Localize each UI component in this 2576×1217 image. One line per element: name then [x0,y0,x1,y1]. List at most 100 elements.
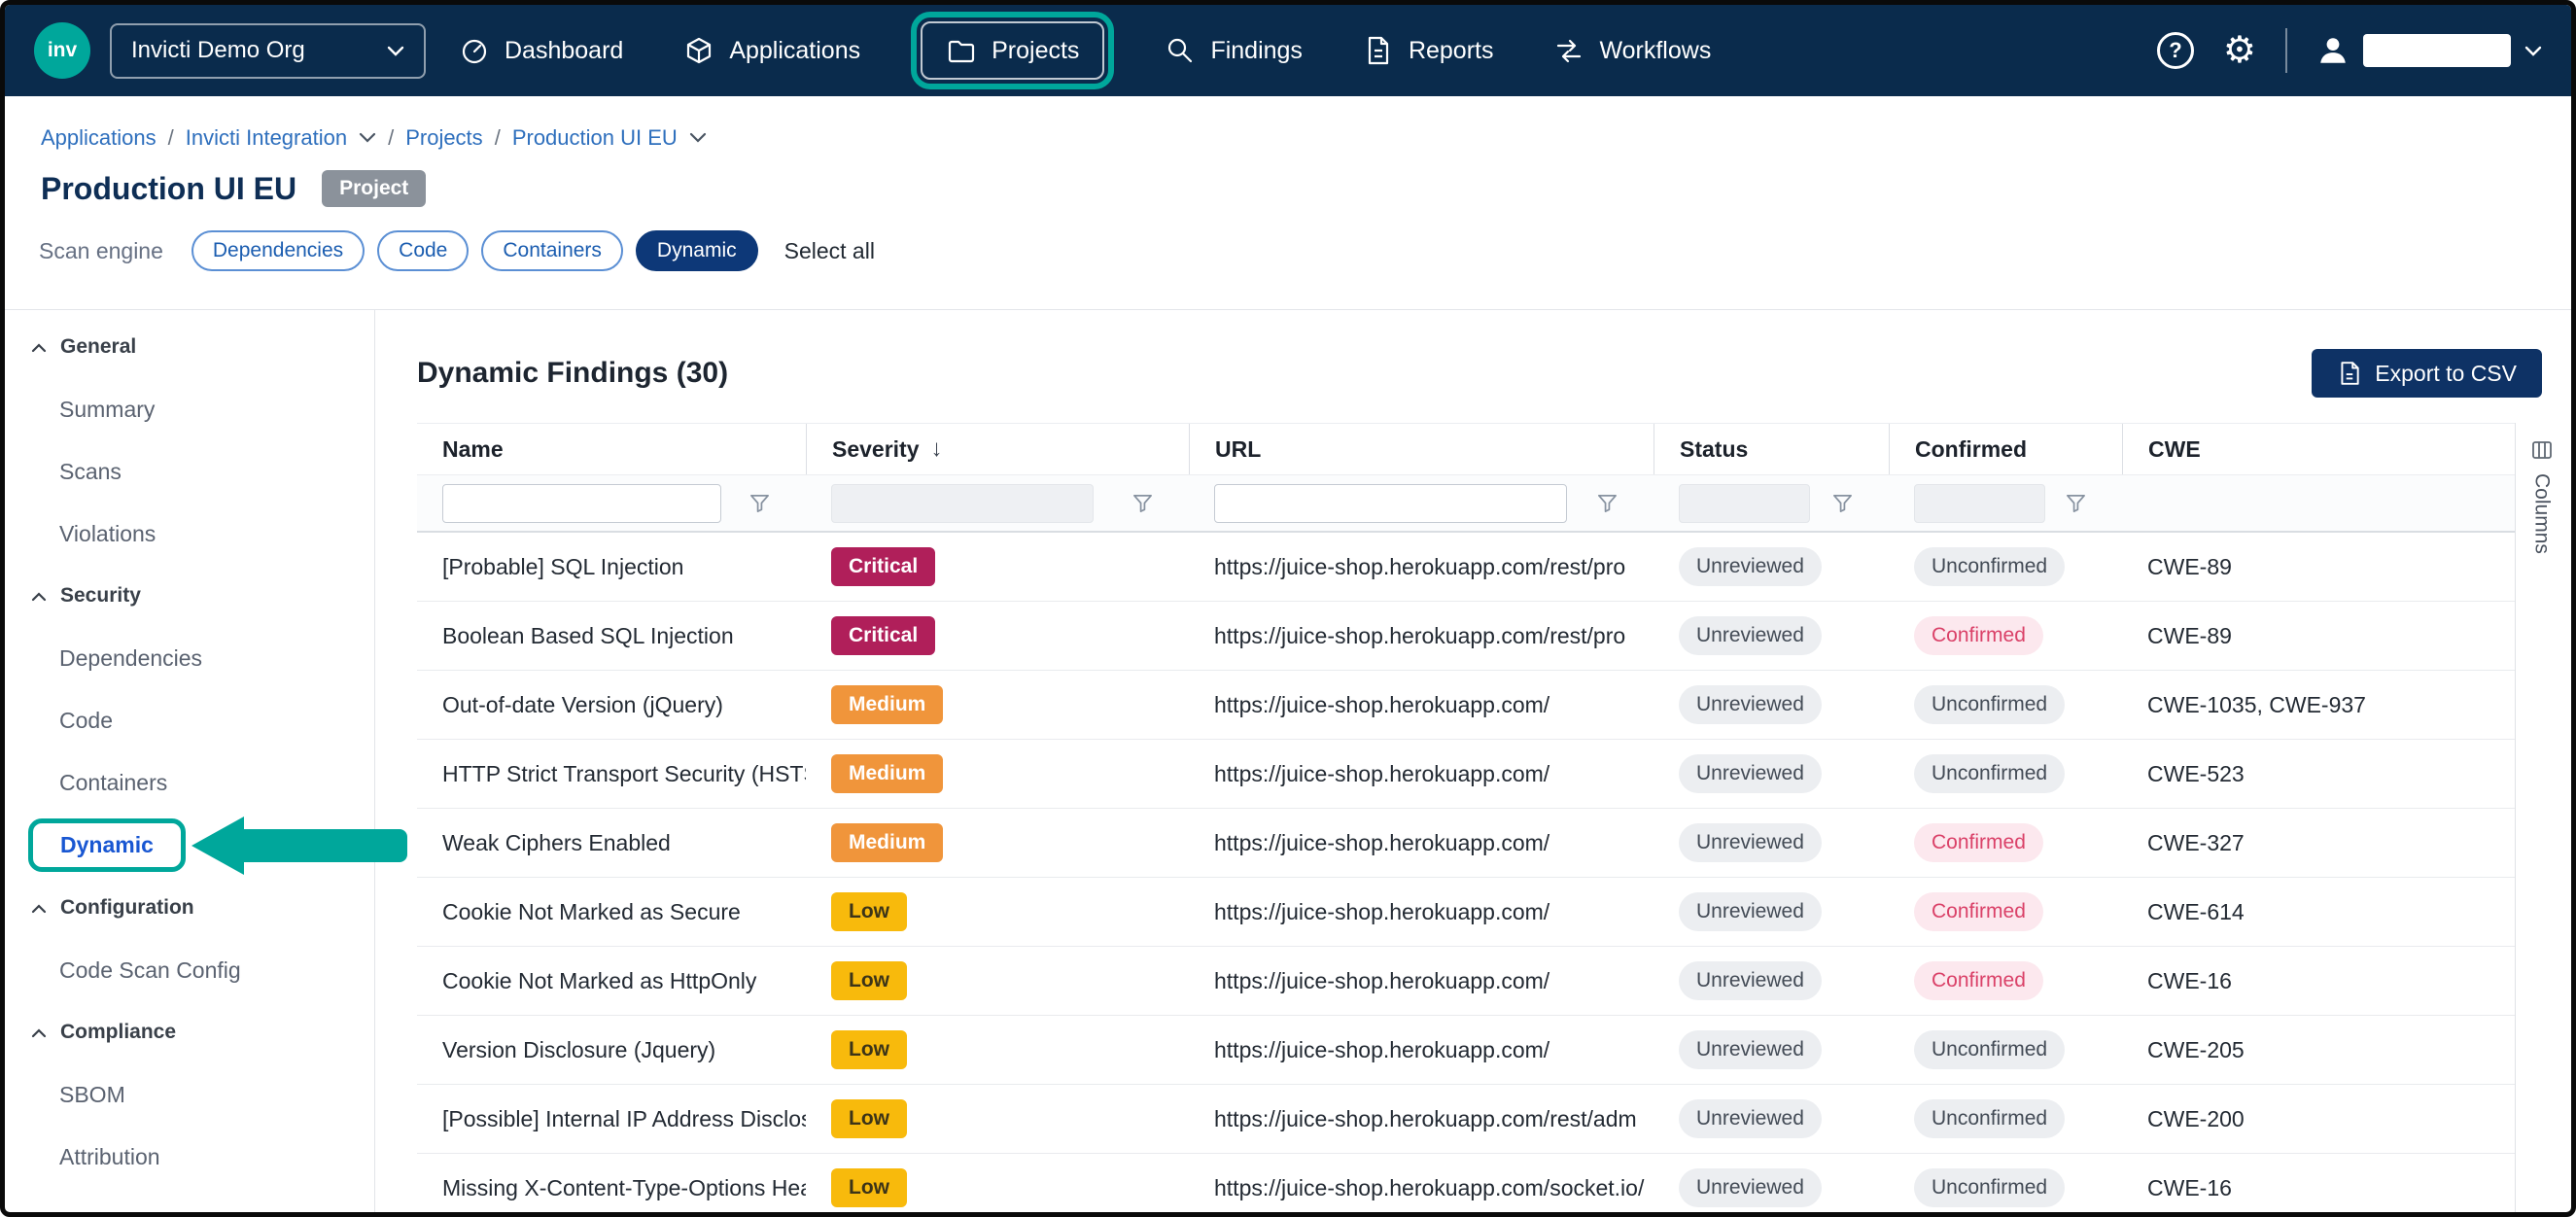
breadcrumb-applications[interactable]: Applications [41,125,157,151]
column-header-status[interactable]: Status [1654,424,1889,474]
select-all-link[interactable]: Select all [784,238,875,264]
sidebar-item-code[interactable]: Code [5,689,374,751]
nav-workflows[interactable]: Workflows [1553,35,1711,66]
nav-applications[interactable]: Applications [683,35,860,66]
gear-icon[interactable]: ⚙ [2223,32,2256,69]
table-row[interactable]: Boolean Based SQL Injection Critical htt… [417,602,2515,671]
severity-badge: Critical [831,547,935,586]
finding-name[interactable]: [Probable] SQL Injection [417,554,806,580]
finding-cwe: CWE-89 [2122,554,2515,580]
filter-funnel-icon[interactable] [1831,492,1854,514]
filter-funnel-icon[interactable] [1131,492,1154,514]
finding-cwe: CWE-89 [2122,623,2515,649]
nav-projects[interactable]: Projects [921,21,1104,80]
severity-badge: Medium [831,823,943,862]
scan-engine-code[interactable]: Code [377,230,469,271]
severity-filter-input[interactable] [831,484,1094,523]
chevron-down-icon[interactable] [359,132,376,144]
user-menu[interactable] [2316,34,2542,67]
status-badge: Unreviewed [1679,1030,1822,1069]
finding-name[interactable]: Version Disclosure (Jquery) [417,1037,806,1063]
column-header-url[interactable]: URL [1189,424,1654,474]
sidebar-item-dependencies[interactable]: Dependencies [5,627,374,689]
breadcrumb-production-ui-eu[interactable]: Production UI EU [512,125,678,151]
findings-table-zone: Name Severity ↓ URL Status Confirmed CWE [417,423,2567,1212]
sidebar-item-sbom[interactable]: SBOM [5,1063,374,1126]
column-header-cwe[interactable]: CWE [2122,424,2515,474]
columns-panel-toggle[interactable]: Columns [2515,423,2567,1212]
table-body: [Probable] SQL Injection Critical https:… [417,533,2515,1212]
table-row[interactable]: [Probable] SQL Injection Critical https:… [417,533,2515,602]
sidebar-item-attribution[interactable]: Attribution [5,1126,374,1188]
finding-url: https://juice-shop.herokuapp.com/ [1189,830,1654,856]
filter-funnel-icon[interactable] [1596,492,1619,514]
sidebar-section-security[interactable]: Security [5,565,374,627]
nav-dashboard[interactable]: Dashboard [459,35,623,66]
scan-engine-label: Scan engine [39,238,163,264]
sidebar-section-general[interactable]: General [5,316,374,378]
severity-badge: Low [831,1099,907,1138]
url-filter-input[interactable] [1214,484,1567,523]
scan-engine-dependencies[interactable]: Dependencies [191,230,365,271]
nav-label: Workflows [1599,37,1711,65]
confirmed-filter-input[interactable] [1914,484,2045,523]
table-row[interactable]: [Possible] Internal IP Address Disclosur… [417,1085,2515,1154]
status-badge: Unreviewed [1679,547,1822,586]
finding-name[interactable]: HTTP Strict Transport Security (HSTS) [417,761,806,787]
sidebar-section-configuration[interactable]: Configuration [5,877,374,939]
finding-url: https://juice-shop.herokuapp.com/rest/ad… [1189,1106,1654,1132]
status-badge: Unreviewed [1679,616,1822,655]
nav-reports[interactable]: Reports [1363,35,1494,66]
breadcrumb-projects[interactable]: Projects [405,125,482,151]
sidebar-item-dynamic[interactable]: Dynamic [28,818,186,872]
table-row[interactable]: Version Disclosure (Jquery) Low https://… [417,1016,2515,1085]
workflows-icon [1553,35,1584,66]
sidebar-item-summary[interactable]: Summary [5,378,374,440]
table-row[interactable]: Cookie Not Marked as Secure Low https://… [417,878,2515,947]
export-to-csv-button[interactable]: Export to CSV [2312,349,2542,398]
column-header-confirmed[interactable]: Confirmed [1889,424,2122,474]
severity-badge: Low [831,1168,907,1207]
invicti-logo-icon[interactable]: inv [34,22,90,79]
finding-name[interactable]: Weak Ciphers Enabled [417,830,806,856]
findings-search-icon [1165,35,1196,66]
help-icon[interactable]: ? [2157,32,2194,69]
name-filter-input[interactable] [442,484,721,523]
finding-name[interactable]: Cookie Not Marked as HttpOnly [417,968,806,994]
finding-name[interactable]: Boolean Based SQL Injection [417,623,806,649]
table-row[interactable]: HTTP Strict Transport Security (HSTS) Me… [417,740,2515,809]
table-filter-row [417,475,2515,533]
table-row[interactable]: Missing X-Content-Type-Options Header Lo… [417,1154,2515,1212]
finding-name[interactable]: Cookie Not Marked as Secure [417,899,806,925]
sidebar-section-compliance[interactable]: Compliance [5,1001,374,1063]
table-header-row: Name Severity ↓ URL Status Confirmed CWE [417,423,2515,475]
sidebar-item-scans[interactable]: Scans [5,440,374,503]
severity-badge: Critical [831,616,935,655]
confirmed-badge: Confirmed [1914,616,2043,655]
chevron-down-icon[interactable] [689,132,707,144]
status-filter-input[interactable] [1679,484,1810,523]
finding-name[interactable]: Missing X-Content-Type-Options Header [417,1175,806,1201]
column-header-severity[interactable]: Severity ↓ [806,424,1189,474]
org-selector[interactable]: Invicti Demo Org [110,23,426,79]
scan-engine-dynamic[interactable]: Dynamic [636,230,758,271]
severity-badge: Low [831,1030,907,1069]
table-row[interactable]: Out-of-date Version (jQuery) Medium http… [417,671,2515,740]
table-row[interactable]: Cookie Not Marked as HttpOnly Low https:… [417,947,2515,1016]
column-header-name[interactable]: Name [417,424,806,474]
sidebar-item-code-scan-config[interactable]: Code Scan Config [5,939,374,1001]
sidebar-item-containers[interactable]: Containers [5,751,374,814]
scan-engine-containers[interactable]: Containers [481,230,623,271]
table-row[interactable]: Weak Ciphers Enabled Medium https://juic… [417,809,2515,878]
finding-cwe: CWE-16 [2122,1175,2515,1201]
sidebar-item-violations[interactable]: Violations [5,503,374,565]
filter-funnel-icon[interactable] [748,492,771,514]
finding-name[interactable]: [Possible] Internal IP Address Disclosur… [417,1106,806,1132]
nav-label: Applications [729,37,860,65]
filter-funnel-icon[interactable] [2065,492,2087,514]
breadcrumb-invicti-integration[interactable]: Invicti Integration [186,125,347,151]
finding-url: https://juice-shop.herokuapp.com/socket.… [1189,1175,1654,1201]
nav-findings[interactable]: Findings [1165,35,1303,66]
finding-name[interactable]: Out-of-date Version (jQuery) [417,692,806,718]
topnav-divider [2285,28,2287,73]
